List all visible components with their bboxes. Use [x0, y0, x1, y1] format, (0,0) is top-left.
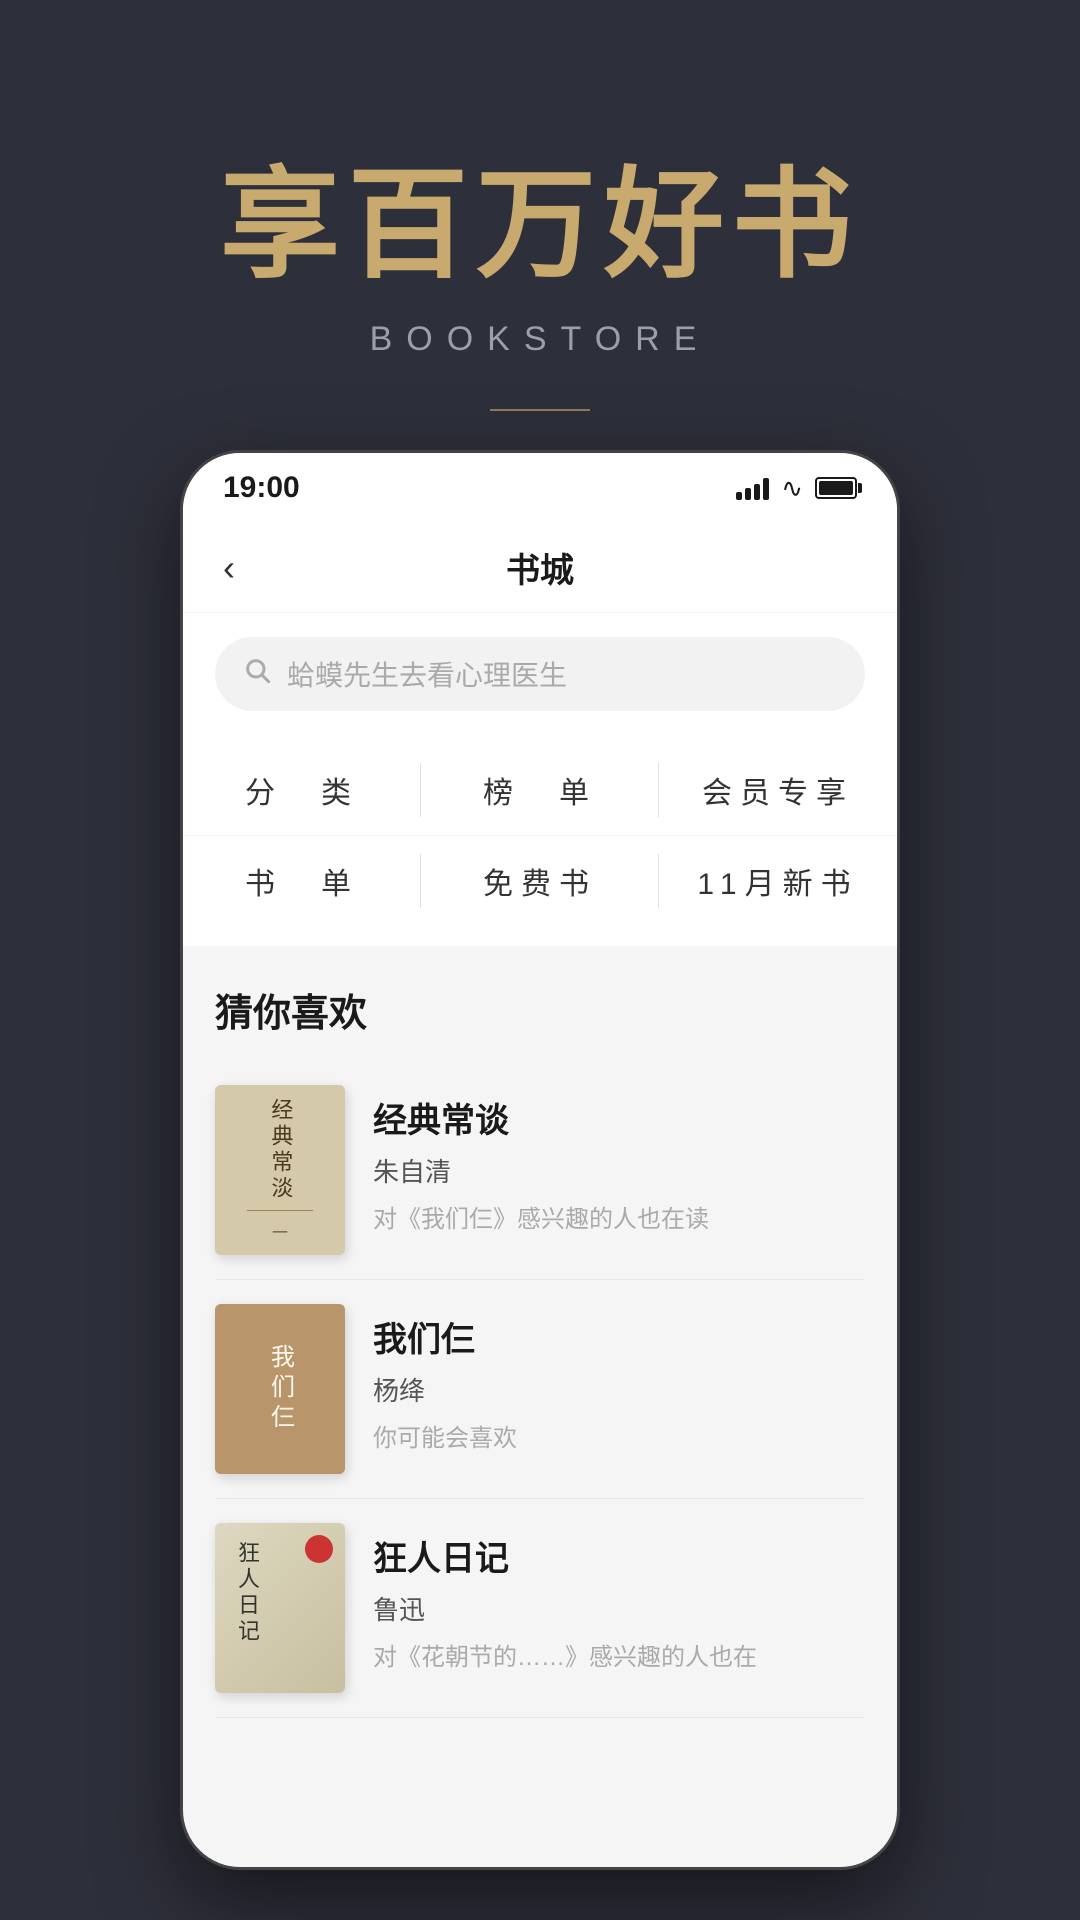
- book-cover-1: 经典常淡 一: [215, 1085, 345, 1255]
- category-classify[interactable]: 分 类: [183, 745, 421, 835]
- wifi-icon: ∿: [781, 473, 803, 504]
- category-booklist[interactable]: 书 单: [183, 836, 421, 926]
- status-time: 19:00: [223, 471, 300, 505]
- category-vip[interactable]: 会员专享: [659, 745, 897, 835]
- book-desc-3: 对《花朝节的……》感兴趣的人也在: [373, 1637, 865, 1672]
- book-item-2[interactable]: 我们仨 我们仨 杨绛 你可能会喜欢: [215, 1280, 865, 1499]
- category-row-2: 书 单 免费书 11月新书: [183, 836, 897, 926]
- main-content: 猜你喜欢 经典常淡 一 经典常谈 朱自清 对《我们仨》感兴趣的人也在读: [183, 946, 897, 1718]
- category-new[interactable]: 11月新书: [659, 836, 897, 926]
- book-list: 经典常淡 一 经典常谈 朱自清 对《我们仨》感兴趣的人也在读 我们仨: [215, 1061, 865, 1718]
- book-info-2: 我们仨 杨绛 你可能会喜欢: [373, 1304, 865, 1453]
- book-item-3[interactable]: 狂人日记 狂人日记 鲁迅 对《花朝节的……》感兴趣的人也在: [215, 1499, 865, 1718]
- search-icon: [243, 656, 271, 692]
- book-desc-1: 对《我们仨》感兴趣的人也在读: [373, 1199, 865, 1234]
- section-title: 猜你喜欢: [215, 982, 865, 1037]
- book-title-1: 经典常谈: [373, 1093, 865, 1142]
- status-bar: 19:00 ∿: [183, 453, 897, 523]
- book-desc-2: 你可能会喜欢: [373, 1418, 865, 1453]
- nav-title: 书城: [506, 543, 574, 592]
- hero-subtitle: BOOKSTORE: [0, 320, 1080, 359]
- book-cover-3: 狂人日记: [215, 1523, 345, 1693]
- category-ranking[interactable]: 榜 单: [421, 745, 659, 835]
- status-icons: ∿: [736, 473, 857, 504]
- hero-divider: [490, 409, 590, 411]
- category-row-1: 分 类 榜 单 会员专享: [183, 745, 897, 836]
- book-author-3: 鲁迅: [373, 1590, 865, 1627]
- signal-icon: [736, 476, 769, 500]
- book-title-2: 我们仨: [373, 1312, 865, 1361]
- book-info-1: 经典常谈 朱自清 对《我们仨》感兴趣的人也在读: [373, 1085, 865, 1234]
- phone-mockup: 19:00 ∿ ‹ 书城: [180, 450, 900, 1870]
- category-free[interactable]: 免费书: [421, 836, 659, 926]
- book-item-1[interactable]: 经典常淡 一 经典常谈 朱自清 对《我们仨》感兴趣的人也在读: [215, 1061, 865, 1280]
- book-info-3: 狂人日记 鲁迅 对《花朝节的……》感兴趣的人也在: [373, 1523, 865, 1672]
- hero-title: 享百万好书: [0, 160, 1080, 292]
- back-button[interactable]: ‹: [213, 537, 245, 599]
- search-bar[interactable]: 蛤蟆先生去看心理医生: [215, 637, 865, 711]
- hero-section: 享百万好书 BOOKSTORE: [0, 0, 1080, 411]
- book-author-1: 朱自清: [373, 1152, 865, 1189]
- battery-icon: [815, 477, 857, 499]
- book-title-3: 狂人日记: [373, 1531, 865, 1580]
- book-author-2: 杨绛: [373, 1371, 865, 1408]
- search-container: 蛤蟆先生去看心理医生: [183, 613, 897, 735]
- search-placeholder-text: 蛤蟆先生去看心理医生: [287, 654, 567, 694]
- nav-bar: ‹ 书城: [183, 523, 897, 613]
- category-grid: 分 类 榜 单 会员专享 书 单 免费书 11月新书: [183, 735, 897, 946]
- book-cover-2: 我们仨: [215, 1304, 345, 1474]
